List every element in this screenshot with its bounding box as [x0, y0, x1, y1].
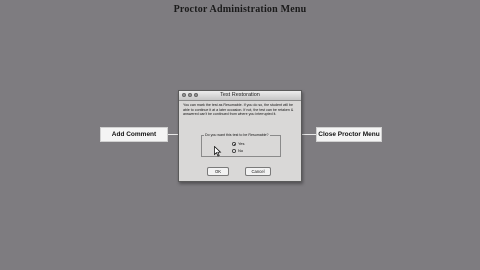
add-comment-button[interactable]: Add Comment — [100, 127, 168, 142]
radio-option-no[interactable]: No — [232, 148, 243, 153]
radio-yes-label: Yes — [238, 141, 245, 146]
page-title: Proctor Administration Menu — [173, 4, 307, 15]
dialog-message: You can mark the test as Resumable. If y… — [183, 103, 294, 117]
radio-no-label: No — [238, 148, 244, 153]
mouse-pointer-icon — [214, 146, 222, 157]
resumable-question: Do you want this test to be Resumable? — [204, 133, 270, 137]
cancel-button[interactable]: Cancel — [245, 167, 271, 176]
close-proctor-menu-button[interactable]: Close Proctor Menu — [316, 127, 382, 142]
connector-line-right — [300, 134, 316, 135]
dialog-titlebar[interactable]: Test Restoration — [179, 91, 301, 101]
resumable-option-group: Do you want this test to be Resumable? Y… — [201, 133, 281, 157]
test-restoration-dialog: Test Restoration You can mark the test a… — [178, 90, 302, 182]
radio-option-yes[interactable]: Yes — [232, 141, 245, 146]
radio-no-icon[interactable] — [232, 148, 236, 153]
radio-yes-icon[interactable] — [232, 141, 236, 146]
ok-button[interactable]: OK — [207, 167, 229, 176]
dialog-title: Test Restoration — [220, 92, 260, 98]
